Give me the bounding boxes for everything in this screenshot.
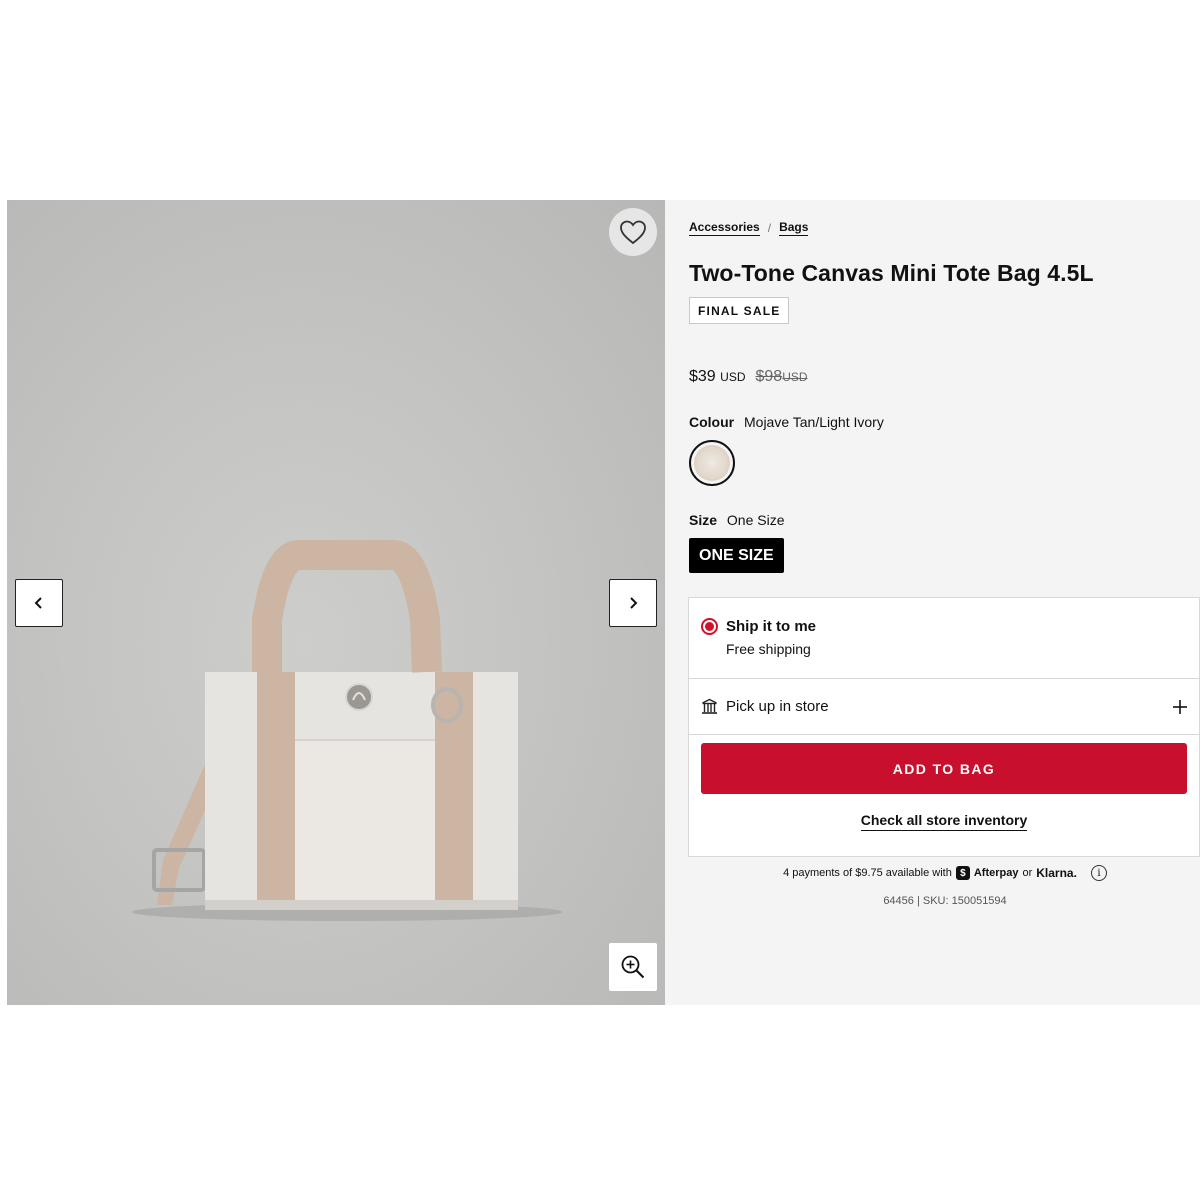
previous-image-button[interactable] [15, 579, 63, 627]
product-gallery [7, 200, 665, 1005]
price: $39 USD $98USD [689, 368, 1200, 386]
original-price-amount: $98 [755, 368, 783, 385]
ship-title: Ship it to me [726, 618, 816, 635]
size-label: Size [689, 512, 718, 528]
heart-outline-icon [620, 220, 646, 245]
delivery-options: Ship it to me Free shipping Pick up in s… [688, 597, 1200, 857]
favorite-button[interactable] [609, 208, 657, 256]
original-price-currency: USD [782, 370, 808, 384]
plus-icon[interactable] [1173, 699, 1187, 714]
installment-payments: 4 payments of $9.75 available with $ Aft… [689, 865, 1200, 881]
afterpay-icon: $ [955, 866, 970, 880]
pick-up-in-store-option[interactable]: Pick up in store [689, 679, 1199, 735]
size-value: One Size [726, 512, 785, 528]
sale-price-amount: $39 [689, 368, 716, 385]
radio-selected-dot [705, 622, 714, 631]
swatch-image [694, 445, 730, 481]
store-icon [702, 698, 717, 714]
original-price: $98USD [756, 368, 808, 386]
sale-price: $39 USD [689, 368, 746, 386]
product-title: Two-Tone Canvas Mini Tote Bag 4.5L [689, 260, 1094, 286]
product-page: Accessories / Bags Two-Tone Canvas Mini … [7, 200, 1200, 1005]
colour-label: Colour [689, 414, 735, 430]
check-inventory: Check all store inventory [689, 812, 1199, 856]
klarna-label: Klarna. [1036, 866, 1077, 880]
product-image [132, 540, 562, 921]
ship-subtitle: Free shipping [726, 641, 811, 657]
afterpay-label: Afterpay [973, 867, 1019, 879]
breadcrumb-accessories[interactable]: Accessories [689, 220, 760, 236]
info-icon[interactable]: i [1090, 865, 1107, 881]
ship-radio[interactable] [701, 618, 718, 635]
sale-price-currency: USD [720, 370, 746, 384]
final-sale-badge: FINAL SALE [689, 297, 790, 324]
pickup-label: Pick up in store [726, 698, 829, 715]
next-image-button[interactable] [609, 579, 657, 627]
add-to-bag-button[interactable]: ADD TO BAG [701, 743, 1187, 794]
payments-text: 4 payments of $9.75 available with [783, 867, 952, 879]
colour-value: Mojave Tan/Light Ivory [744, 414, 884, 430]
breadcrumb-separator: / [767, 221, 772, 235]
product-details: Accessories / Bags Two-Tone Canvas Mini … [665, 200, 1200, 1005]
chevron-left-icon [34, 597, 42, 609]
chevron-right-icon [630, 597, 638, 609]
size-selector: Size One Size [689, 512, 1200, 528]
colour-swatch[interactable] [689, 440, 735, 486]
zoom-button[interactable] [609, 943, 657, 991]
zoom-in-icon [621, 955, 645, 979]
breadcrumb-bags[interactable]: Bags [779, 220, 809, 236]
payments-or: or [1022, 867, 1033, 879]
sku-line: 64456 | SKU: 150051594 [883, 895, 1007, 907]
colour-selector: Colour Mojave Tan/Light Ivory [689, 414, 1200, 430]
size-option-one-size[interactable]: ONE SIZE [689, 538, 784, 573]
ship-to-me-option[interactable]: Ship it to me Free shipping [689, 598, 1199, 679]
ship-text: Ship it to me Free shipping [726, 618, 816, 678]
check-inventory-link[interactable]: Check all store inventory [860, 812, 1028, 831]
breadcrumb: Accessories / Bags [689, 218, 1200, 238]
